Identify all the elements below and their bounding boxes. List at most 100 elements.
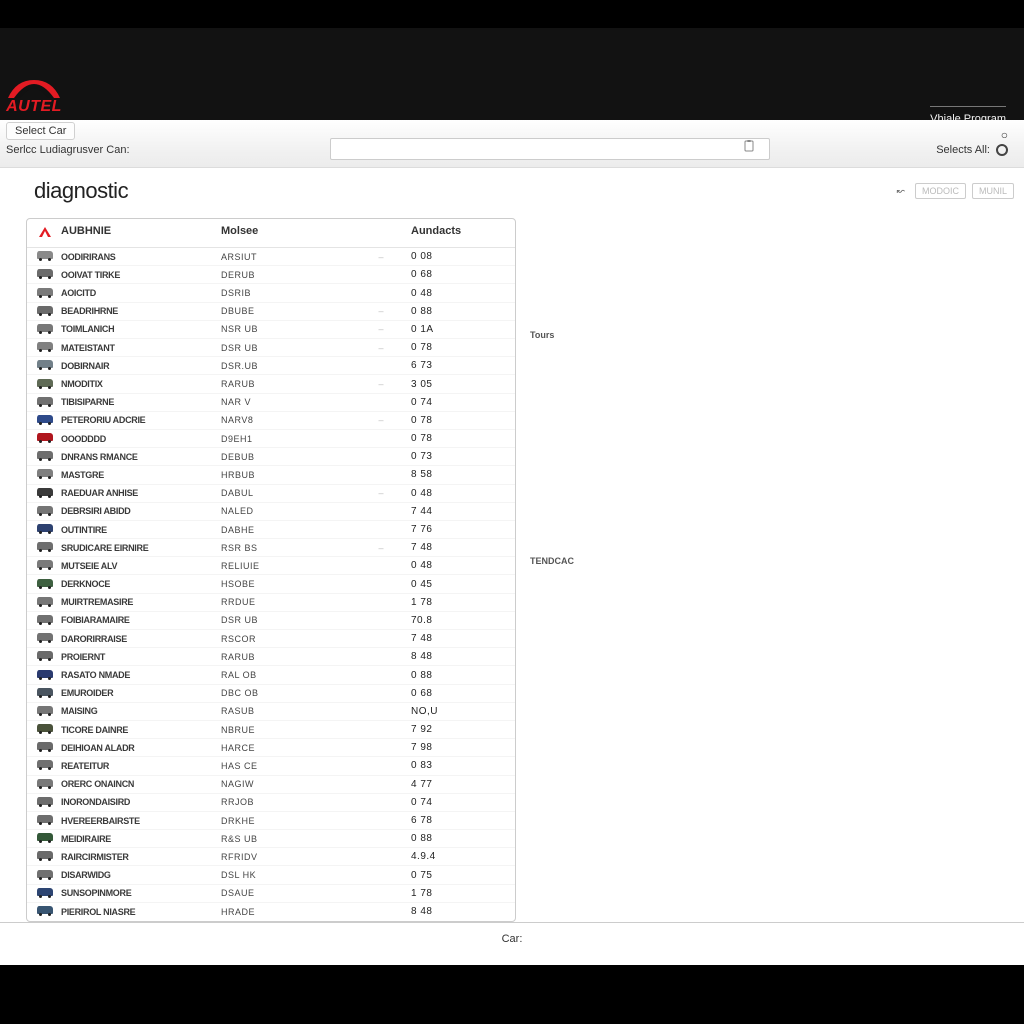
table-row[interactable]: BEADRIHRNEDBUBE–0 88 [27,303,515,321]
table-row[interactable]: HVEREERBAIRSTEDRKHE6 78 [27,812,515,830]
table-row[interactable]: MASTGREHRBUB8 58 [27,466,515,484]
footer-bar: Car: [0,922,1024,965]
cell-amount: 0 74 [411,397,491,408]
table-row[interactable]: EMUROIDERDBC OB0 68 [27,685,515,703]
cell-amount: 70.8 [411,615,491,626]
cell-amount: 1 78 [411,888,491,899]
cell-amount: 4.9.4 [411,851,491,862]
car-icon [37,688,53,696]
cell-model: D9EH1 [221,434,351,444]
table-row[interactable]: DOBIRNAIRDSR.UB6 73 [27,357,515,375]
table-row[interactable]: SUNSOPINMOREDSAUE1 78 [27,885,515,903]
cell-model: DBC OB [221,688,351,698]
col-model[interactable]: Molsee [221,225,351,241]
cell-amount: 0 48 [411,560,491,571]
table-row[interactable]: DISARWIDGDSL HK0 75 [27,866,515,884]
action-button-a[interactable]: MODOIC [915,183,966,199]
cell-amount: 7 48 [411,633,491,644]
search-input[interactable] [330,138,770,160]
brand-mark-icon [6,78,62,100]
brand-logo: AUTEL [6,78,62,116]
cell-brand: MUIRTREMASIRE [61,597,221,607]
table-row[interactable]: MUTSEIE ALVRELIUIE0 48 [27,557,515,575]
cell-model: HAS CE [221,761,351,771]
table-row[interactable]: DNRANS RMANCEDEBUB0 73 [27,448,515,466]
action-button-b[interactable]: MUNIL [972,183,1014,199]
table-row[interactable]: PIERIROL NIASREHRADE8 48 [27,903,515,921]
table-row[interactable]: AOICITDDSRIB0 48 [27,284,515,302]
table-row[interactable]: MUIRTREMASIRERRDUE1 78 [27,594,515,612]
table-row[interactable]: DEIHIOAN ALADRHARCE7 98 [27,739,515,757]
car-icon [37,615,53,623]
cell-amount: 0 45 [411,579,491,590]
undo-icon[interactable]: ↜ [897,186,905,197]
table-row[interactable]: DARORIRRAISERSCOR7 48 [27,630,515,648]
cell-model: HARCE [221,743,351,753]
cell-indicator: – [351,415,411,425]
side-label-tender: TENDCAC [530,556,574,566]
table-row[interactable]: FOIBIARAMAIREDSR UB70.8 [27,612,515,630]
table-row[interactable]: OOIVAT TIRKEDERUB0 68 [27,266,515,284]
table-row[interactable]: RAIRCIRMISTERRFRIDV4.9.4 [27,848,515,866]
cell-model: R&S UB [221,834,351,844]
settings-icon[interactable]: ○ [1001,128,1008,142]
cell-brand: HVEREERBAIRSTE [61,816,221,826]
table-row[interactable]: TOIMLANICHNSR UB–0 1A [27,321,515,339]
col-amount[interactable]: Aundacts [411,225,491,241]
search-icon[interactable] [740,138,758,156]
table-row[interactable]: RASATO NMADERAL OB0 88 [27,666,515,684]
cell-indicator: – [351,252,411,262]
col-brand[interactable]: AUBHNIE [61,225,221,241]
car-icon [37,870,53,878]
car-icon [37,797,53,805]
select-all-toggle[interactable]: Selects All: [936,144,1008,156]
table-row[interactable]: PROIERNTRARUB8 48 [27,648,515,666]
table-row[interactable]: OODIRIRANSARSIUT–0 08 [27,248,515,266]
table-row[interactable]: MEIDIRAIRER&S UB0 88 [27,830,515,848]
cell-amount: 3 05 [411,379,491,390]
table-row[interactable]: SRUDICARE EIRNIRERSR BS–7 48 [27,539,515,557]
cell-model: DABUL [221,488,351,498]
cell-brand: EMUROIDER [61,688,221,698]
cell-brand: RASATO NMADE [61,670,221,680]
cell-amount: 0 48 [411,488,491,499]
cell-brand: MASTGRE [61,470,221,480]
table-row[interactable]: DEBRSIRI ABIDDNALED7 44 [27,503,515,521]
cell-brand: PETERORIU ADCRIE [61,415,221,425]
table-row[interactable]: MAISINGRASUBNO,U [27,703,515,721]
table-row[interactable]: REATEITURHAS CE0 83 [27,757,515,775]
table-row[interactable]: ORERC ONAINCNNAGIW4 77 [27,776,515,794]
side-label-tours: Tours [530,330,554,340]
table-row[interactable]: DERKNOCEHSOBE0 45 [27,575,515,593]
cell-brand: PROIERNT [61,652,221,662]
table-row[interactable]: PETERORIU ADCRIENARV8–0 78 [27,412,515,430]
cell-model: RARUB [221,379,351,389]
cell-amount: 0 88 [411,833,491,844]
cell-brand: AOICITD [61,288,221,298]
table-row[interactable]: INORONDAISIRDRRJOB0 74 [27,794,515,812]
cell-brand: OOODDDD [61,434,221,444]
car-icon [37,269,53,277]
car-icon [37,888,53,896]
table-row[interactable]: OOODDDDD9EH10 78 [27,430,515,448]
cell-model: RAL OB [221,670,351,680]
table-row[interactable]: OUTINTIREDABHE7 76 [27,521,515,539]
car-icon [37,506,53,514]
table-row[interactable]: MATEISTANTDSR UB–0 78 [27,339,515,357]
table-row[interactable]: TICORE DAINRENBRUE7 92 [27,721,515,739]
table-row[interactable]: NMODITIXRARUB–3 05 [27,375,515,393]
car-icon [37,451,53,459]
cell-model: DRKHE [221,816,351,826]
cell-amount: 0 78 [411,415,491,426]
cell-brand: FOIBIARAMAIRE [61,615,221,625]
select-car-button[interactable]: Select Car [6,122,75,140]
car-icon [37,760,53,768]
cell-brand: PIERIROL NIASRE [61,907,221,917]
cell-model: DSL HK [221,870,351,880]
cell-brand: TOIMLANICH [61,324,221,334]
table-row[interactable]: TIBISIPARNENAR V0 74 [27,394,515,412]
cell-brand: NMODITIX [61,379,221,389]
car-icon [37,706,53,714]
car-icon [37,251,53,259]
table-row[interactable]: RAEDUAR ANHISEDABUL–0 48 [27,485,515,503]
